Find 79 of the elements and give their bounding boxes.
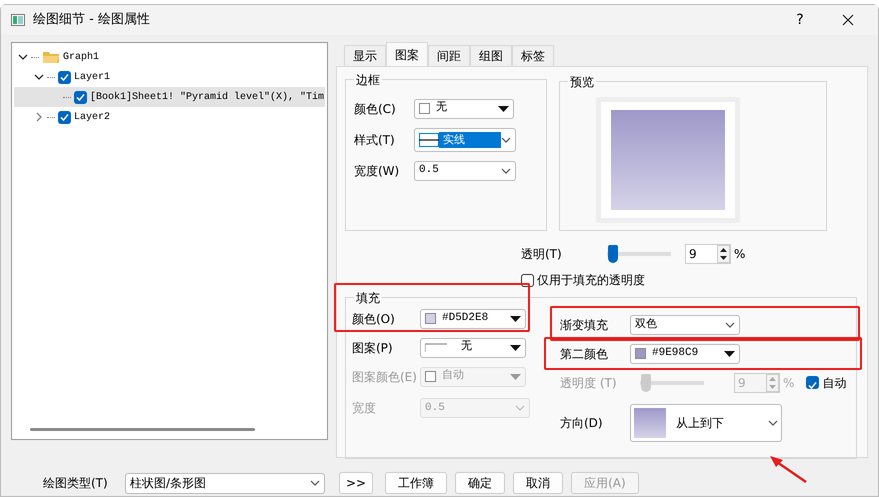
horizontal-scrollbar[interactable] [30,428,255,431]
field-label: 图案颜色(E) [352,368,418,386]
tree-checkbox[interactable] [58,70,71,84]
tab[interactable]: 显示 [344,45,386,66]
dialog-button[interactable]: 取消 [513,472,564,494]
dropdown[interactable]: 0.5 [414,160,516,180]
line-style-icon [419,132,439,146]
tree-checkbox[interactable] [74,90,87,104]
spin-arrows-icon [717,245,730,263]
spin-field[interactable]: 9 [685,244,731,264]
tree-checkbox[interactable] [58,110,71,124]
caret-icon [510,316,521,322]
group-title: 填充 [354,289,382,307]
field-label: 颜色(O) [352,310,396,328]
checkbox-label: 自动 [822,374,846,392]
field-label: 绘图类型(T) [43,475,109,492]
tree-item[interactable]: Layer1 [14,67,325,87]
dropdown[interactable]: 从上到下 [630,404,782,442]
chevron-down-icon [501,136,511,142]
dropdown[interactable]: #9E98C9 [630,344,740,364]
field-label: 透明度 (T) [560,374,618,392]
chevron-down-icon [501,168,511,174]
chevron-down-icon [515,405,525,411]
field-label: 渐变填充 [560,316,609,334]
color-swatch [425,313,436,324]
spin-arrows-icon [766,374,779,392]
dropdown[interactable]: 无 [420,338,526,358]
help-button[interactable]: ? [780,6,820,34]
dialog-button[interactable]: >> [339,472,374,494]
dropdown[interactable]: 实线 [414,128,516,152]
caret-icon [498,106,509,112]
color-swatch [425,371,436,382]
tree-item-label: Layer2 [74,110,110,124]
chevron-down-icon [310,480,320,486]
field-label: 透明(T) [521,246,563,263]
field-label: 宽度(W) [354,162,400,180]
tree-item-label: Layer1 [74,70,110,84]
group-title: 预览 [568,73,596,91]
field-label: 样式(T) [354,132,396,148]
tree-item[interactable]: Layer2 [14,107,325,127]
tab[interactable]: 间距 [428,45,470,66]
tree-item[interactable]: [Book1]Sheet1! "Pyramid level"(X), "Tim [14,87,325,107]
tab[interactable]: 图案 [386,42,428,66]
window-title: 绘图细节 - 绘图属性 [33,11,150,30]
chevron-down-icon [725,322,735,328]
unit-label: % [783,374,794,392]
folder-icon [42,50,60,64]
dialog-button[interactable]: 工作簿 [385,472,448,494]
spin-value: 9 [688,246,698,263]
field-label: 宽度 [352,400,377,417]
field-label: 方向(D) [560,415,604,432]
dialog-button[interactable]: 确定 [455,472,506,494]
tab[interactable]: 组图 [470,45,512,66]
checkbox[interactable] [806,376,820,389]
slider-thumb[interactable] [608,245,618,263]
chevron-down-icon [768,420,778,426]
caret-icon [510,374,521,380]
field-label: 颜色(C) [354,100,397,118]
pattern-icon [425,342,447,352]
color-swatch [635,348,646,359]
spin-value: 9 [737,374,747,392]
app-icon [11,14,25,26]
tree-item-label: Graph1 [63,50,100,64]
color-swatch [419,103,430,114]
caret-icon [724,350,735,356]
tree-item-label: [Book1]Sheet1! "Pyramid level"(X), "Tim [90,90,324,104]
checkbox-label: 仅用于填充的透明度 [537,272,645,289]
close-icon [842,14,854,26]
unit-label: % [734,246,746,263]
tree-item[interactable]: Graph1 [14,47,325,67]
dropdown[interactable]: 双色 [630,314,740,334]
tab[interactable]: 标签 [512,45,554,66]
dropdown[interactable]: 无 [414,98,514,118]
field-label: 第二颜色 [560,346,609,362]
dropdown[interactable]: #D5D2E8 [420,308,526,328]
gradient-swatch [634,408,666,438]
field-label: 图案(P) [352,340,394,356]
dropdown[interactable]: 柱状图/条形图 [125,472,325,494]
caret-icon [510,344,521,350]
